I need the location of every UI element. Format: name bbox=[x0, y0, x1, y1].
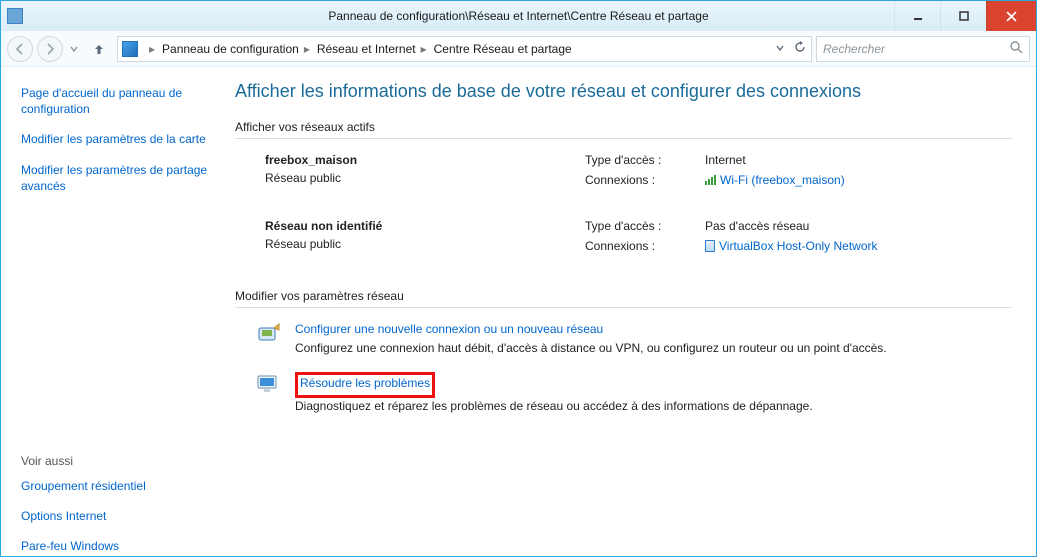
setting-troubleshoot: Résoudre les problèmes Diagnostiquez et … bbox=[235, 372, 1012, 414]
forward-button[interactable] bbox=[37, 36, 63, 62]
network-settings-label: Modifier vos paramètres réseau bbox=[235, 289, 1012, 303]
seealso-internet-options[interactable]: Options Internet bbox=[21, 508, 209, 524]
breadcrumb-segment[interactable]: Réseau et Internet▸ bbox=[317, 42, 432, 56]
new-connection-icon bbox=[255, 322, 283, 346]
window-buttons bbox=[894, 1, 1036, 31]
maximize-button[interactable] bbox=[940, 1, 986, 31]
up-button[interactable] bbox=[87, 37, 111, 61]
connections-label: Connexions : bbox=[585, 173, 705, 187]
titlebar: Panneau de configuration\Réseau et Inter… bbox=[1, 1, 1036, 31]
divider bbox=[235, 138, 1012, 139]
setting-new-connection: Configurer une nouvelle connexion ou un … bbox=[235, 322, 1012, 356]
control-panel-window: Panneau de configuration\Réseau et Inter… bbox=[0, 0, 1037, 557]
page-heading: Afficher les informations de base de vot… bbox=[235, 81, 1012, 102]
navbar: ▸ Panneau de configuration▸ Réseau et In… bbox=[1, 31, 1036, 67]
troubleshoot-link[interactable]: Résoudre les problèmes bbox=[300, 376, 430, 390]
network-type: Réseau public bbox=[265, 237, 545, 251]
seealso-firewall[interactable]: Pare-feu Windows bbox=[21, 538, 209, 554]
see-also-label: Voir aussi bbox=[21, 454, 209, 468]
network-name: Réseau non identifié bbox=[265, 219, 382, 233]
network-block: Réseau non identifié Réseau public Type … bbox=[235, 219, 1012, 259]
chevron-right-icon: ▸ bbox=[299, 42, 315, 56]
connections-label: Connexions : bbox=[585, 239, 705, 253]
new-connection-link[interactable]: Configurer une nouvelle connexion ou un … bbox=[295, 322, 603, 336]
connection-link-wifi[interactable]: Wi-Fi (freebox_maison) bbox=[705, 173, 845, 187]
access-value: Internet bbox=[705, 153, 1012, 167]
address-bar[interactable]: ▸ Panneau de configuration▸ Réseau et In… bbox=[117, 36, 812, 62]
search-input[interactable] bbox=[823, 42, 1009, 56]
network-block: freebox_maison Réseau public Type d'accè… bbox=[235, 153, 1012, 193]
sidebar-item-adapter-settings[interactable]: Modifier les paramètres de la carte bbox=[21, 131, 209, 147]
seealso-homegroup[interactable]: Groupement résidentiel bbox=[21, 478, 209, 494]
sidebar-item-advanced-sharing[interactable]: Modifier les paramètres de partage avanc… bbox=[21, 162, 209, 194]
connection-link-ethernet[interactable]: VirtualBox Host-Only Network bbox=[705, 239, 878, 253]
window-title: Panneau de configuration\Réseau et Inter… bbox=[328, 9, 708, 23]
back-button[interactable] bbox=[7, 36, 33, 62]
troubleshoot-desc: Diagnostiquez et réparez les problèmes d… bbox=[295, 398, 1012, 414]
app-icon bbox=[7, 8, 23, 24]
minimize-button[interactable] bbox=[894, 1, 940, 31]
network-name: freebox_maison bbox=[265, 153, 357, 167]
new-connection-desc: Configurez une connexion haut débit, d'a… bbox=[295, 340, 1012, 356]
address-dropdown-icon[interactable] bbox=[775, 42, 785, 56]
sidebar: Page d'accueil du panneau de configurati… bbox=[1, 67, 221, 556]
active-networks-label: Afficher vos réseaux actifs bbox=[235, 120, 1012, 134]
access-label: Type d'accès : bbox=[585, 219, 705, 233]
breadcrumb-segment[interactable]: Centre Réseau et partage bbox=[434, 42, 572, 56]
network-type: Réseau public bbox=[265, 171, 545, 185]
wifi-signal-icon bbox=[705, 175, 716, 185]
divider bbox=[235, 307, 1012, 308]
chevron-right-icon: ▸ bbox=[416, 42, 432, 56]
search-box[interactable] bbox=[816, 36, 1030, 62]
sidebar-item-home[interactable]: Page d'accueil du panneau de configurati… bbox=[21, 85, 209, 117]
breadcrumb-segment[interactable]: Panneau de configuration▸ bbox=[162, 42, 315, 56]
history-dropdown[interactable] bbox=[67, 40, 81, 58]
refresh-button[interactable] bbox=[793, 40, 807, 57]
body: Page d'accueil du panneau de configurati… bbox=[1, 67, 1036, 556]
close-button[interactable] bbox=[986, 1, 1036, 31]
control-panel-icon bbox=[122, 41, 138, 57]
chevron-right-icon: ▸ bbox=[144, 42, 160, 56]
highlight-box: Résoudre les problèmes bbox=[295, 372, 435, 398]
troubleshoot-icon bbox=[255, 372, 283, 396]
ethernet-icon bbox=[705, 240, 715, 252]
search-icon[interactable] bbox=[1009, 40, 1023, 57]
main-content: Afficher les informations de base de vot… bbox=[221, 67, 1036, 556]
access-value: Pas d'accès réseau bbox=[705, 219, 1012, 233]
access-label: Type d'accès : bbox=[585, 153, 705, 167]
